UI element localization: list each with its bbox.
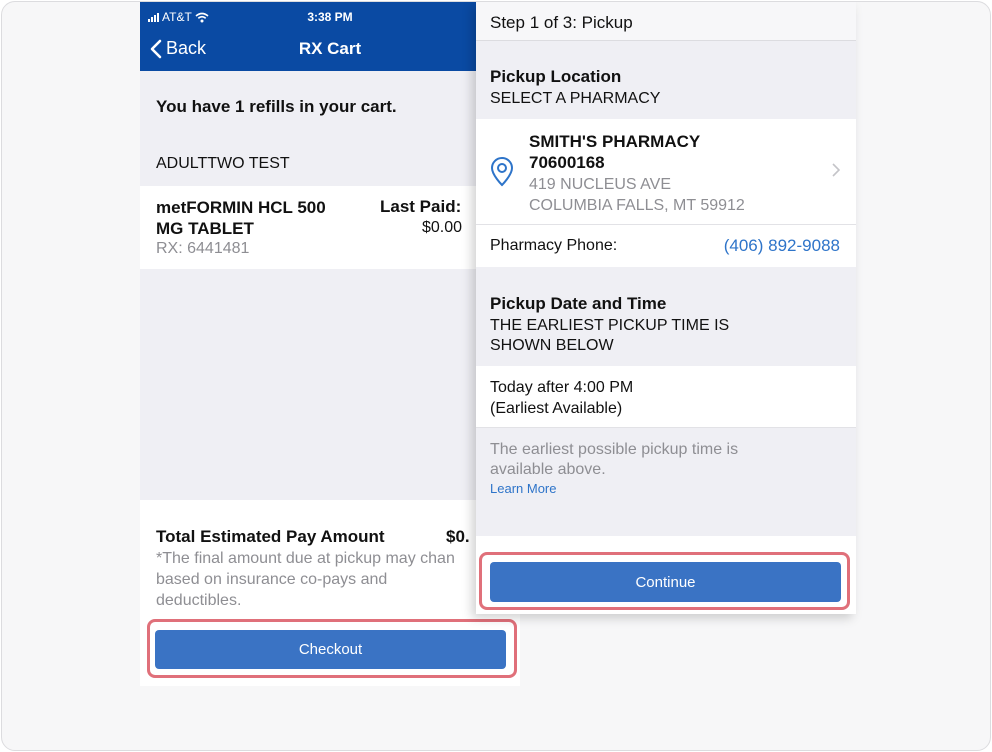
total-label: Total Estimated Pay Amount (156, 527, 385, 546)
rx-cart-screen: AT&T 3:38 PM 93 Back (140, 2, 520, 686)
pharmacy-phone-row: Pharmacy Phone: (406) 892-9088 (476, 224, 856, 267)
pickup-time-card[interactable]: Today after 4:00 PM (Earliest Available) (476, 366, 856, 428)
status-time: 3:38 PM (307, 10, 353, 24)
nav-bar: Back RX Cart (140, 28, 520, 71)
total-value: $0. (446, 527, 470, 546)
step-indicator: Step 1 of 3: Pickup (490, 13, 633, 32)
pickup-info-text: The earliest possible pickup time is ava… (490, 441, 739, 478)
pickup-time-subtitle: THE EARLIEST PICKUP TIME IS SHOWN BELOW (490, 317, 730, 354)
pharmacy-name: SMITH'S PHARMACY 70600168 (529, 131, 729, 173)
last-paid-label: Last Paid: (380, 197, 462, 216)
pickup-screen: Step 1 of 3: Pickup Pickup Location SELE… (476, 2, 856, 614)
pickup-time-value: Today after 4:00 PM (Earliest Available) (490, 377, 660, 419)
pharmacy-name-text: SMITH'S PHARMACY 70600168 (529, 132, 700, 172)
pickup-time-title: Pickup Date and Time (490, 294, 667, 313)
pickup-location-title: Pickup Location (490, 67, 622, 86)
total-disclaimer-text: *The final amount due at pickup may chan… (156, 550, 455, 609)
pickup-location-subtitle: SELECT A PHARMACY (490, 90, 661, 107)
total-disclaimer: *The final amount due at pickup may chan… (156, 548, 516, 611)
map-pin-icon (490, 157, 514, 187)
pharmacy-card[interactable]: SMITH'S PHARMACY 70600168 419 NUCLEUS AV… (476, 119, 856, 267)
patient-name: ADULTTWO TEST (156, 155, 290, 172)
continue-highlight (479, 552, 850, 610)
cart-summary: You have 1 refills in your cart. (156, 97, 397, 116)
page-title: RX Cart (298, 39, 362, 58)
step-bar: Step 1 of 3: Pickup (476, 2, 856, 41)
pharmacy-phone-label: Pharmacy Phone: (490, 237, 618, 254)
learn-more-link[interactable]: Learn More (490, 481, 556, 496)
rx-drug-name: metFORMIN HCL 500 MG TABLET (156, 198, 326, 238)
last-paid-value: $0.00 (422, 219, 463, 236)
address-line2: COLUMBIA FALLS, MT 59912 (529, 197, 745, 214)
pharmacy-address: 419 NUCLEUS AVE COLUMBIA FALLS, MT 59912 (529, 174, 745, 216)
screenshot-frame: AT&T 3:38 PM 93 Back (1, 1, 991, 751)
pharmacy-phone-link[interactable]: (406) 892-9088 (724, 236, 840, 256)
rx-number: RX: 6441481 (156, 240, 250, 257)
rx-item-card[interactable]: metFORMIN HCL 500 MG TABLET RX: 6441481 … (140, 186, 520, 269)
pickup-time-text: Today after 4:00 PM (Earliest Available) (490, 379, 634, 417)
address-line1: 419 NUCLEUS AVE (529, 176, 671, 193)
chevron-right-icon (832, 163, 840, 177)
checkout-highlight (147, 619, 517, 678)
